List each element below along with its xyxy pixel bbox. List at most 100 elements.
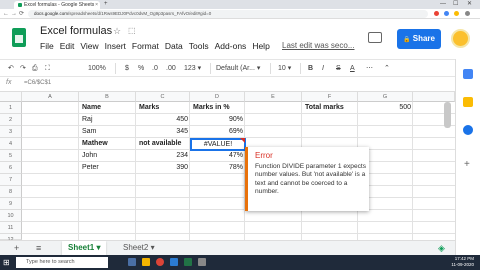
cell-b6[interactable]: Peter bbox=[80, 162, 101, 174]
app-icon[interactable] bbox=[170, 258, 178, 266]
cell-b2[interactable]: Raj bbox=[80, 114, 95, 126]
increase-decimal-button[interactable]: .00 bbox=[166, 63, 176, 74]
taskbar-clock[interactable]: 17:42 PM 11-09-2020 bbox=[444, 256, 474, 268]
maximize-button[interactable]: ☐ bbox=[453, 0, 458, 9]
menu-file[interactable]: File bbox=[40, 41, 54, 51]
column-header-f[interactable]: F bbox=[302, 92, 358, 102]
share-button[interactable]: 🔒 Share bbox=[397, 29, 441, 49]
star-icon[interactable]: ☆ bbox=[113, 26, 121, 37]
undo-icon[interactable]: ↶ bbox=[8, 63, 14, 74]
menu-view[interactable]: View bbox=[80, 41, 98, 51]
cell-b5[interactable]: John bbox=[80, 150, 99, 162]
move-to-folder-icon[interactable]: ⬚ bbox=[128, 26, 136, 35]
reload-icon[interactable]: ⟳ bbox=[19, 10, 24, 18]
row-header[interactable]: 6 bbox=[0, 162, 22, 174]
add-on-plus-icon[interactable]: + bbox=[464, 159, 470, 170]
italic-button[interactable]: I bbox=[322, 63, 324, 74]
browser-tab[interactable]: Excel formulas - Google Sheets × bbox=[14, 1, 100, 9]
tab-sheet2[interactable]: Sheet2 ▾ bbox=[117, 241, 161, 255]
windows-start-icon[interactable]: ⊞ bbox=[3, 258, 10, 267]
extension-icon[interactable] bbox=[434, 11, 439, 16]
column-header-g[interactable]: G bbox=[358, 92, 413, 102]
cell-g1[interactable]: 500 bbox=[358, 102, 413, 114]
row-header[interactable]: 7 bbox=[0, 174, 22, 186]
extension-icon[interactable] bbox=[444, 11, 449, 16]
menu-edit[interactable]: Edit bbox=[60, 41, 75, 51]
cell-d6[interactable]: 78% bbox=[190, 162, 245, 174]
cell-f1[interactable]: Total marks bbox=[303, 102, 346, 114]
app-icon[interactable] bbox=[198, 258, 206, 266]
column-header-c[interactable]: C bbox=[136, 92, 190, 102]
more-formats-select[interactable]: 123 ▾ bbox=[184, 63, 201, 74]
cell-c6[interactable]: 390 bbox=[136, 162, 190, 174]
cell-d5[interactable]: 47% bbox=[190, 150, 245, 162]
file-explorer-icon[interactable] bbox=[142, 258, 150, 266]
back-icon[interactable]: ← bbox=[3, 10, 9, 18]
font-size-select[interactable]: 10 ▾ bbox=[278, 63, 291, 74]
all-sheets-button[interactable]: ≡ bbox=[36, 243, 41, 254]
row-header[interactable]: 11 bbox=[0, 222, 22, 234]
collapse-toolbar-icon[interactable]: ⌃ bbox=[384, 63, 390, 74]
close-window-button[interactable]: ✕ bbox=[467, 0, 472, 9]
row-header[interactable]: 4 bbox=[0, 138, 22, 150]
excel-icon[interactable] bbox=[184, 258, 192, 266]
column-header-a[interactable]: A bbox=[22, 92, 79, 102]
last-edit-link[interactable]: Last edit was seco... bbox=[282, 41, 354, 50]
avatar[interactable] bbox=[451, 29, 470, 48]
more-icon[interactable]: ⋯ bbox=[366, 63, 373, 74]
column-header-e[interactable]: E bbox=[245, 92, 302, 102]
menu-format[interactable]: Format bbox=[132, 41, 159, 51]
calendar-icon[interactable] bbox=[463, 69, 473, 79]
menu-tools[interactable]: Tools bbox=[189, 41, 209, 51]
cell-d3[interactable]: 69% bbox=[190, 126, 245, 138]
tab-sheet1[interactable]: Sheet1 ▾ bbox=[62, 241, 107, 255]
cell-c3[interactable]: 345 bbox=[136, 126, 190, 138]
taskbar-search-input[interactable]: Type here to search bbox=[16, 257, 108, 268]
url-field[interactable]: docs.google.com/spreadsheets/d/1Rws9EDJ0… bbox=[28, 10, 428, 18]
text-color-button[interactable]: A bbox=[350, 63, 355, 74]
decrease-decimal-button[interactable]: .0 bbox=[152, 63, 158, 74]
cell-c1[interactable]: Marks bbox=[137, 102, 161, 114]
browser-menu-icon[interactable] bbox=[465, 11, 470, 16]
row-header[interactable]: 8 bbox=[0, 186, 22, 198]
task-view-icon[interactable] bbox=[128, 258, 136, 266]
menu-data[interactable]: Data bbox=[165, 41, 183, 51]
percent-format-button[interactable]: % bbox=[138, 63, 144, 74]
chrome-icon[interactable] bbox=[156, 258, 164, 266]
select-all-corner[interactable] bbox=[0, 92, 22, 102]
document-title[interactable]: Excel formulas bbox=[40, 25, 112, 37]
row-header[interactable]: 3 bbox=[0, 126, 22, 138]
bold-button[interactable]: B bbox=[308, 63, 313, 74]
cell-d1[interactable]: Marks in % bbox=[191, 102, 232, 114]
column-header-extra[interactable] bbox=[413, 92, 455, 102]
menu-add-ons[interactable]: Add-ons bbox=[215, 41, 247, 51]
row-header[interactable]: 9 bbox=[0, 198, 22, 210]
redo-icon[interactable]: ↷ bbox=[20, 63, 26, 74]
vertical-scrollbar[interactable] bbox=[444, 102, 451, 128]
currency-format-button[interactable]: $ bbox=[125, 63, 129, 74]
column-header-d[interactable]: D bbox=[190, 92, 245, 102]
cell-b3[interactable]: Sam bbox=[80, 126, 98, 138]
new-tab-button[interactable]: + bbox=[104, 0, 108, 9]
cell-c5[interactable]: 234 bbox=[136, 150, 190, 162]
keep-icon[interactable] bbox=[463, 97, 473, 107]
comments-icon[interactable] bbox=[368, 32, 382, 43]
zoom-select[interactable]: 100% bbox=[88, 63, 106, 74]
font-select[interactable]: Default (Ar... ▾ bbox=[216, 63, 260, 74]
paint-format-icon[interactable]: ⛶ bbox=[45, 63, 50, 74]
minimize-button[interactable]: — bbox=[440, 0, 446, 9]
cell-c4[interactable]: not available bbox=[137, 138, 183, 150]
profile-icon[interactable] bbox=[454, 11, 459, 16]
cell-d2[interactable]: 90% bbox=[190, 114, 245, 126]
cell-c2[interactable]: 450 bbox=[136, 114, 190, 126]
add-sheet-button[interactable]: + bbox=[14, 243, 19, 254]
cell-b1[interactable]: Name bbox=[80, 102, 103, 114]
explore-icon[interactable]: ◈ bbox=[438, 243, 445, 254]
cell-b4[interactable]: Mathew bbox=[80, 138, 110, 150]
column-header-b[interactable]: B bbox=[79, 92, 136, 102]
menu-help[interactable]: Help bbox=[252, 41, 269, 51]
print-icon[interactable]: ⎙ bbox=[32, 63, 38, 74]
sheets-logo-icon[interactable] bbox=[12, 28, 26, 47]
tasks-icon[interactable] bbox=[463, 125, 473, 135]
close-tab-icon[interactable]: × bbox=[95, 1, 98, 9]
